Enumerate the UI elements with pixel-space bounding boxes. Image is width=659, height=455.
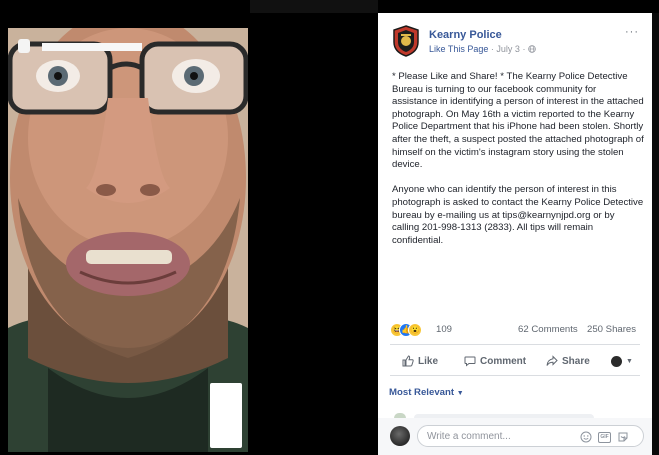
shares-count-link[interactable]: 250 Shares xyxy=(587,324,636,335)
reaction-count[interactable]: 109 xyxy=(436,324,452,335)
comment-button[interactable]: Comment xyxy=(464,354,526,368)
post-stats: 😆 👍 😮 109 62 Comments 250 Shares xyxy=(378,323,652,339)
page-name-link[interactable]: Kearny Police xyxy=(429,29,502,41)
globe-icon xyxy=(528,45,536,53)
comment-composer: GIF xyxy=(378,418,652,455)
post-body: * Please Like and Share! * The Kearny Po… xyxy=(392,71,644,260)
story-photo[interactable] xyxy=(8,28,248,452)
like-button[interactable]: Like xyxy=(402,354,438,368)
divider xyxy=(390,344,640,345)
user-avatar[interactable] xyxy=(390,426,410,446)
caret-down-icon: ▼ xyxy=(626,357,633,365)
post-paragraph: * Please Like and Share! * The Kearny Po… xyxy=(392,71,644,171)
meta-separator-2: · xyxy=(522,44,526,54)
post-actions: Like Comment Share ▼ xyxy=(378,350,652,372)
top-strip xyxy=(250,0,378,13)
post-panel: Kearny Police Like This Page · July 3 · … xyxy=(378,13,652,455)
post-paragraph: Anyone who can identify the person of in… xyxy=(392,184,644,246)
comment-sort-label: Most Relevant xyxy=(389,387,455,398)
caret-down-icon: ▼ xyxy=(456,390,464,397)
post-date[interactable]: July 3 xyxy=(496,44,520,54)
comment-button-label: Comment xyxy=(480,355,527,367)
story-reply-box[interactable] xyxy=(210,383,242,448)
post-meta: Like This Page · July 3 · xyxy=(429,44,536,54)
gif-icon[interactable]: GIF xyxy=(598,431,611,443)
share-arrow-icon xyxy=(546,355,558,366)
window-edge xyxy=(652,13,659,455)
comments-count-link[interactable]: 62 Comments xyxy=(518,324,578,335)
story-username-redacted xyxy=(42,43,142,51)
comment-sort-dropdown[interactable]: Most Relevant ▼ xyxy=(389,387,464,398)
more-options-button[interactable]: ··· xyxy=(625,26,639,38)
divider xyxy=(390,375,640,376)
police-badge-logo[interactable] xyxy=(392,25,420,57)
emoji-icon[interactable] xyxy=(580,431,592,443)
audience-selector[interactable]: ▼ xyxy=(611,354,633,368)
share-button[interactable]: Share xyxy=(546,354,590,368)
wow-icon: 😮 xyxy=(408,323,422,337)
comment-icon xyxy=(464,356,476,367)
composer-icons: GIF xyxy=(580,430,629,444)
photo-viewer xyxy=(0,0,378,455)
user-avatar-small xyxy=(611,355,622,367)
share-button-label: Share xyxy=(562,355,590,367)
like-button-label: Like xyxy=(418,355,439,367)
post-header: Kearny Police Like This Page · July 3 · … xyxy=(378,13,652,63)
like-page-link[interactable]: Like This Page xyxy=(429,44,488,54)
thumbs-up-icon xyxy=(402,355,414,367)
sticker-icon[interactable] xyxy=(617,431,629,443)
story-avatar[interactable] xyxy=(18,39,30,53)
meta-separator: · xyxy=(490,44,494,54)
